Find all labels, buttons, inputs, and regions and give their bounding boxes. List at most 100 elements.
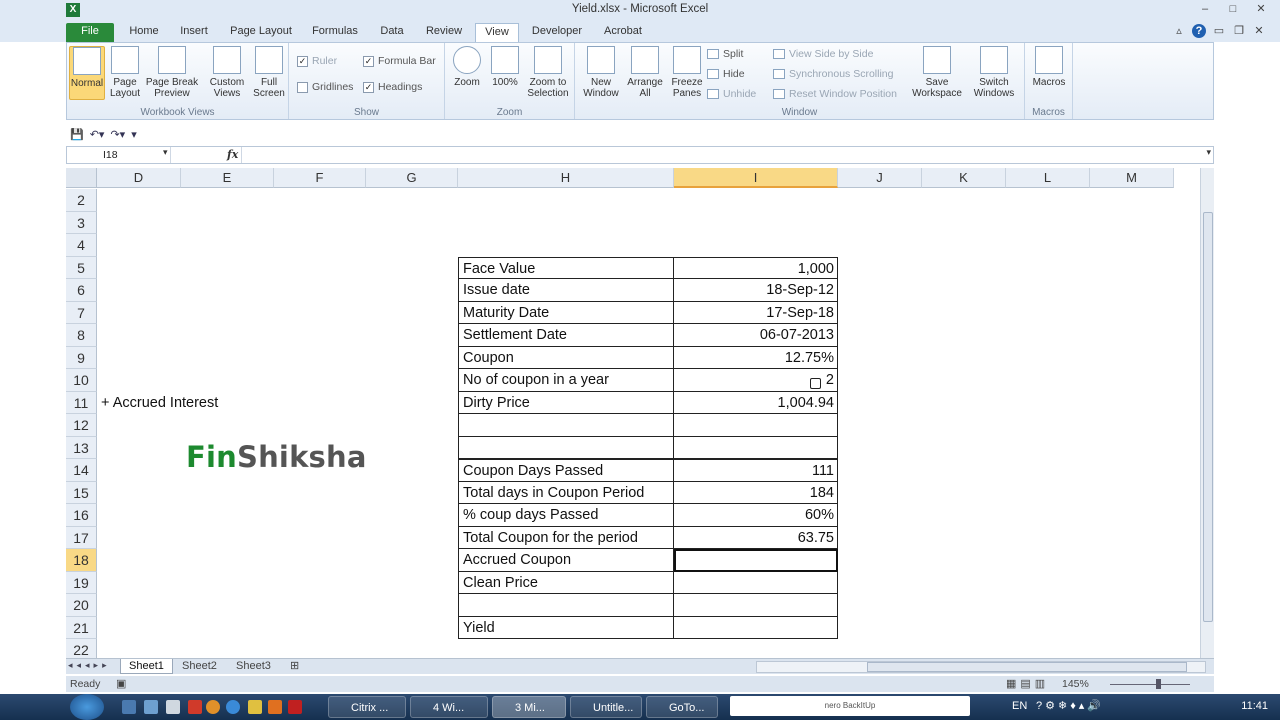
table-label-cell[interactable]: Issue date xyxy=(458,279,674,302)
switch-windows-button[interactable]: Switch Windows xyxy=(967,46,1021,99)
minimize-button[interactable]: – xyxy=(1194,1,1216,17)
arrange-all-button[interactable]: Arrange All xyxy=(623,46,667,99)
column-header-h[interactable]: H xyxy=(458,168,674,188)
column-header-l[interactable]: L xyxy=(1006,168,1090,188)
normal-view-button[interactable]: Normal xyxy=(69,46,105,100)
zoom-slider[interactable] xyxy=(1100,679,1200,689)
tab-view[interactable]: View xyxy=(475,23,519,42)
row-header[interactable]: 11 xyxy=(66,391,97,414)
redo-icon[interactable]: ↷▾ xyxy=(110,128,125,141)
table-value-cell[interactable]: 184 xyxy=(674,481,838,504)
table-label-cell[interactable] xyxy=(458,436,674,459)
table-label-cell[interactable]: Maturity Date xyxy=(458,301,674,324)
table-value-cell[interactable]: 1,000 xyxy=(674,256,838,279)
table-value-cell[interactable]: 60% xyxy=(674,504,838,527)
table-label-cell[interactable]: Coupon Days Passed xyxy=(458,459,674,482)
column-header-f[interactable]: F xyxy=(274,168,366,188)
workbook-close-icon[interactable]: ✕ xyxy=(1252,24,1266,38)
nero-toolbar[interactable]: nero BackItUp xyxy=(730,696,970,716)
table-value-cell[interactable]: 18-Sep-12 xyxy=(674,279,838,302)
table-value-cell[interactable] xyxy=(674,594,838,617)
full-screen-button[interactable]: Full Screen xyxy=(251,46,287,99)
taskbar-word[interactable]: 4 Wi... xyxy=(410,696,488,718)
zoom-slider-knob[interactable] xyxy=(1156,679,1161,689)
save-workspace-button[interactable]: Save Workspace xyxy=(909,46,965,99)
synchronous-scrolling-button[interactable]: Synchronous Scrolling xyxy=(773,68,893,80)
app-icon[interactable] xyxy=(166,700,180,714)
workbook-minimize-icon[interactable]: ▭ xyxy=(1212,24,1226,38)
tab-review[interactable]: Review xyxy=(420,23,468,42)
table-label-cell[interactable]: Clean Price xyxy=(458,571,674,594)
app-icon[interactable] xyxy=(188,700,202,714)
tab-home[interactable]: Home xyxy=(122,23,166,42)
row-header[interactable]: 14 xyxy=(66,459,97,482)
column-header-d[interactable]: D xyxy=(97,168,181,188)
close-button[interactable]: ✕ xyxy=(1250,1,1272,17)
page-break-preview-button[interactable]: Page Break Preview xyxy=(145,46,199,99)
name-box-dropdown-icon[interactable]: ▾ xyxy=(163,147,168,158)
tab-formulas[interactable]: Formulas xyxy=(306,23,364,42)
column-header-i[interactable]: I xyxy=(674,168,838,188)
formula-bar-checkbox[interactable]: ✓ Formula Bar xyxy=(363,55,436,67)
minimize-ribbon-icon[interactable]: ▵ xyxy=(1172,24,1186,38)
folder-icon[interactable] xyxy=(248,700,262,714)
show-desktop-icon[interactable] xyxy=(122,700,136,714)
firefox-icon[interactable] xyxy=(206,700,220,714)
table-label-cell[interactable]: Face Value xyxy=(458,256,674,279)
table-value-cell[interactable]: 12.75% xyxy=(674,346,838,369)
system-tray-icons[interactable]: ?⚙❄♦▴🔊 xyxy=(1036,699,1104,712)
zoom-level[interactable]: 145% xyxy=(1062,678,1089,690)
row-header[interactable]: 6 xyxy=(66,279,97,302)
view-side-by-side-button[interactable]: View Side by Side xyxy=(773,48,873,60)
tab-acrobat[interactable]: Acrobat xyxy=(596,23,650,42)
opera-icon[interactable] xyxy=(288,700,302,714)
maximize-button[interactable]: □ xyxy=(1222,1,1244,17)
column-header-j[interactable]: J xyxy=(838,168,922,188)
table-label-cell[interactable] xyxy=(458,414,674,437)
gridlines-checkbox[interactable]: Gridlines xyxy=(297,81,353,93)
table-value-cell[interactable]: 63.75 xyxy=(674,526,838,549)
table-value-cell[interactable]: 17-Sep-18 xyxy=(674,301,838,324)
row-header[interactable]: 9 xyxy=(66,346,97,369)
sheet-tab-sheet1[interactable]: Sheet1 xyxy=(120,659,173,674)
column-header-m[interactable]: M xyxy=(1090,168,1174,188)
row-header[interactable]: 21 xyxy=(66,616,97,639)
table-label-cell[interactable]: Dirty Price xyxy=(458,391,674,414)
table-label-cell[interactable]: Yield xyxy=(458,616,674,639)
outlook-icon[interactable] xyxy=(268,700,282,714)
reset-window-position-button[interactable]: Reset Window Position xyxy=(773,88,897,100)
row-header[interactable]: 12 xyxy=(66,414,97,437)
select-all-corner[interactable] xyxy=(66,168,97,188)
cell-d11[interactable]: + Accrued Interest xyxy=(101,392,218,415)
table-label-cell[interactable]: Total days in Coupon Period xyxy=(458,481,674,504)
table-label-cell[interactable]: No of coupon in a year xyxy=(458,369,674,392)
vertical-scroll-thumb[interactable] xyxy=(1203,212,1213,622)
table-value-cell[interactable] xyxy=(674,571,838,594)
row-header[interactable]: 3 xyxy=(66,211,97,234)
workbook-restore-icon[interactable]: ❐ xyxy=(1232,24,1246,38)
clock[interactable]: 11:41 xyxy=(1241,700,1268,712)
start-button-icon[interactable] xyxy=(70,694,104,720)
row-header[interactable]: 10 xyxy=(66,369,97,392)
row-header[interactable]: 20 xyxy=(66,594,97,617)
table-value-cell[interactable] xyxy=(674,414,838,437)
expand-formula-bar-icon[interactable]: ▾ xyxy=(1206,147,1211,158)
row-header[interactable]: 2 xyxy=(66,189,97,212)
name-box[interactable]: I18 xyxy=(67,147,171,163)
zoom-to-selection-button[interactable]: Zoom to Selection xyxy=(525,46,571,99)
page-layout-view-button[interactable]: Page Layout xyxy=(107,46,143,99)
tab-developer[interactable]: Developer xyxy=(528,23,586,42)
taskbar-excel[interactable]: 3 Mi... xyxy=(492,696,566,718)
table-label-cell[interactable]: % coup days Passed xyxy=(458,504,674,527)
view-mode-icons[interactable]: ▦▤▥ xyxy=(1006,677,1049,690)
column-header-e[interactable]: E xyxy=(181,168,274,188)
sheet-tab-sheet2[interactable]: Sheet2 xyxy=(174,659,225,674)
column-header-k[interactable]: K xyxy=(922,168,1006,188)
sheet-nav-arrows-icon[interactable]: ◂◂◂▸▸ xyxy=(68,660,111,671)
table-label-cell[interactable] xyxy=(458,594,674,617)
freeze-panes-button[interactable]: Freeze Panes xyxy=(667,46,707,99)
help-icon[interactable]: ? xyxy=(1192,24,1206,38)
hide-button[interactable]: Hide xyxy=(707,68,745,80)
table-value-cell[interactable] xyxy=(674,436,838,459)
table-label-cell[interactable]: Coupon xyxy=(458,346,674,369)
